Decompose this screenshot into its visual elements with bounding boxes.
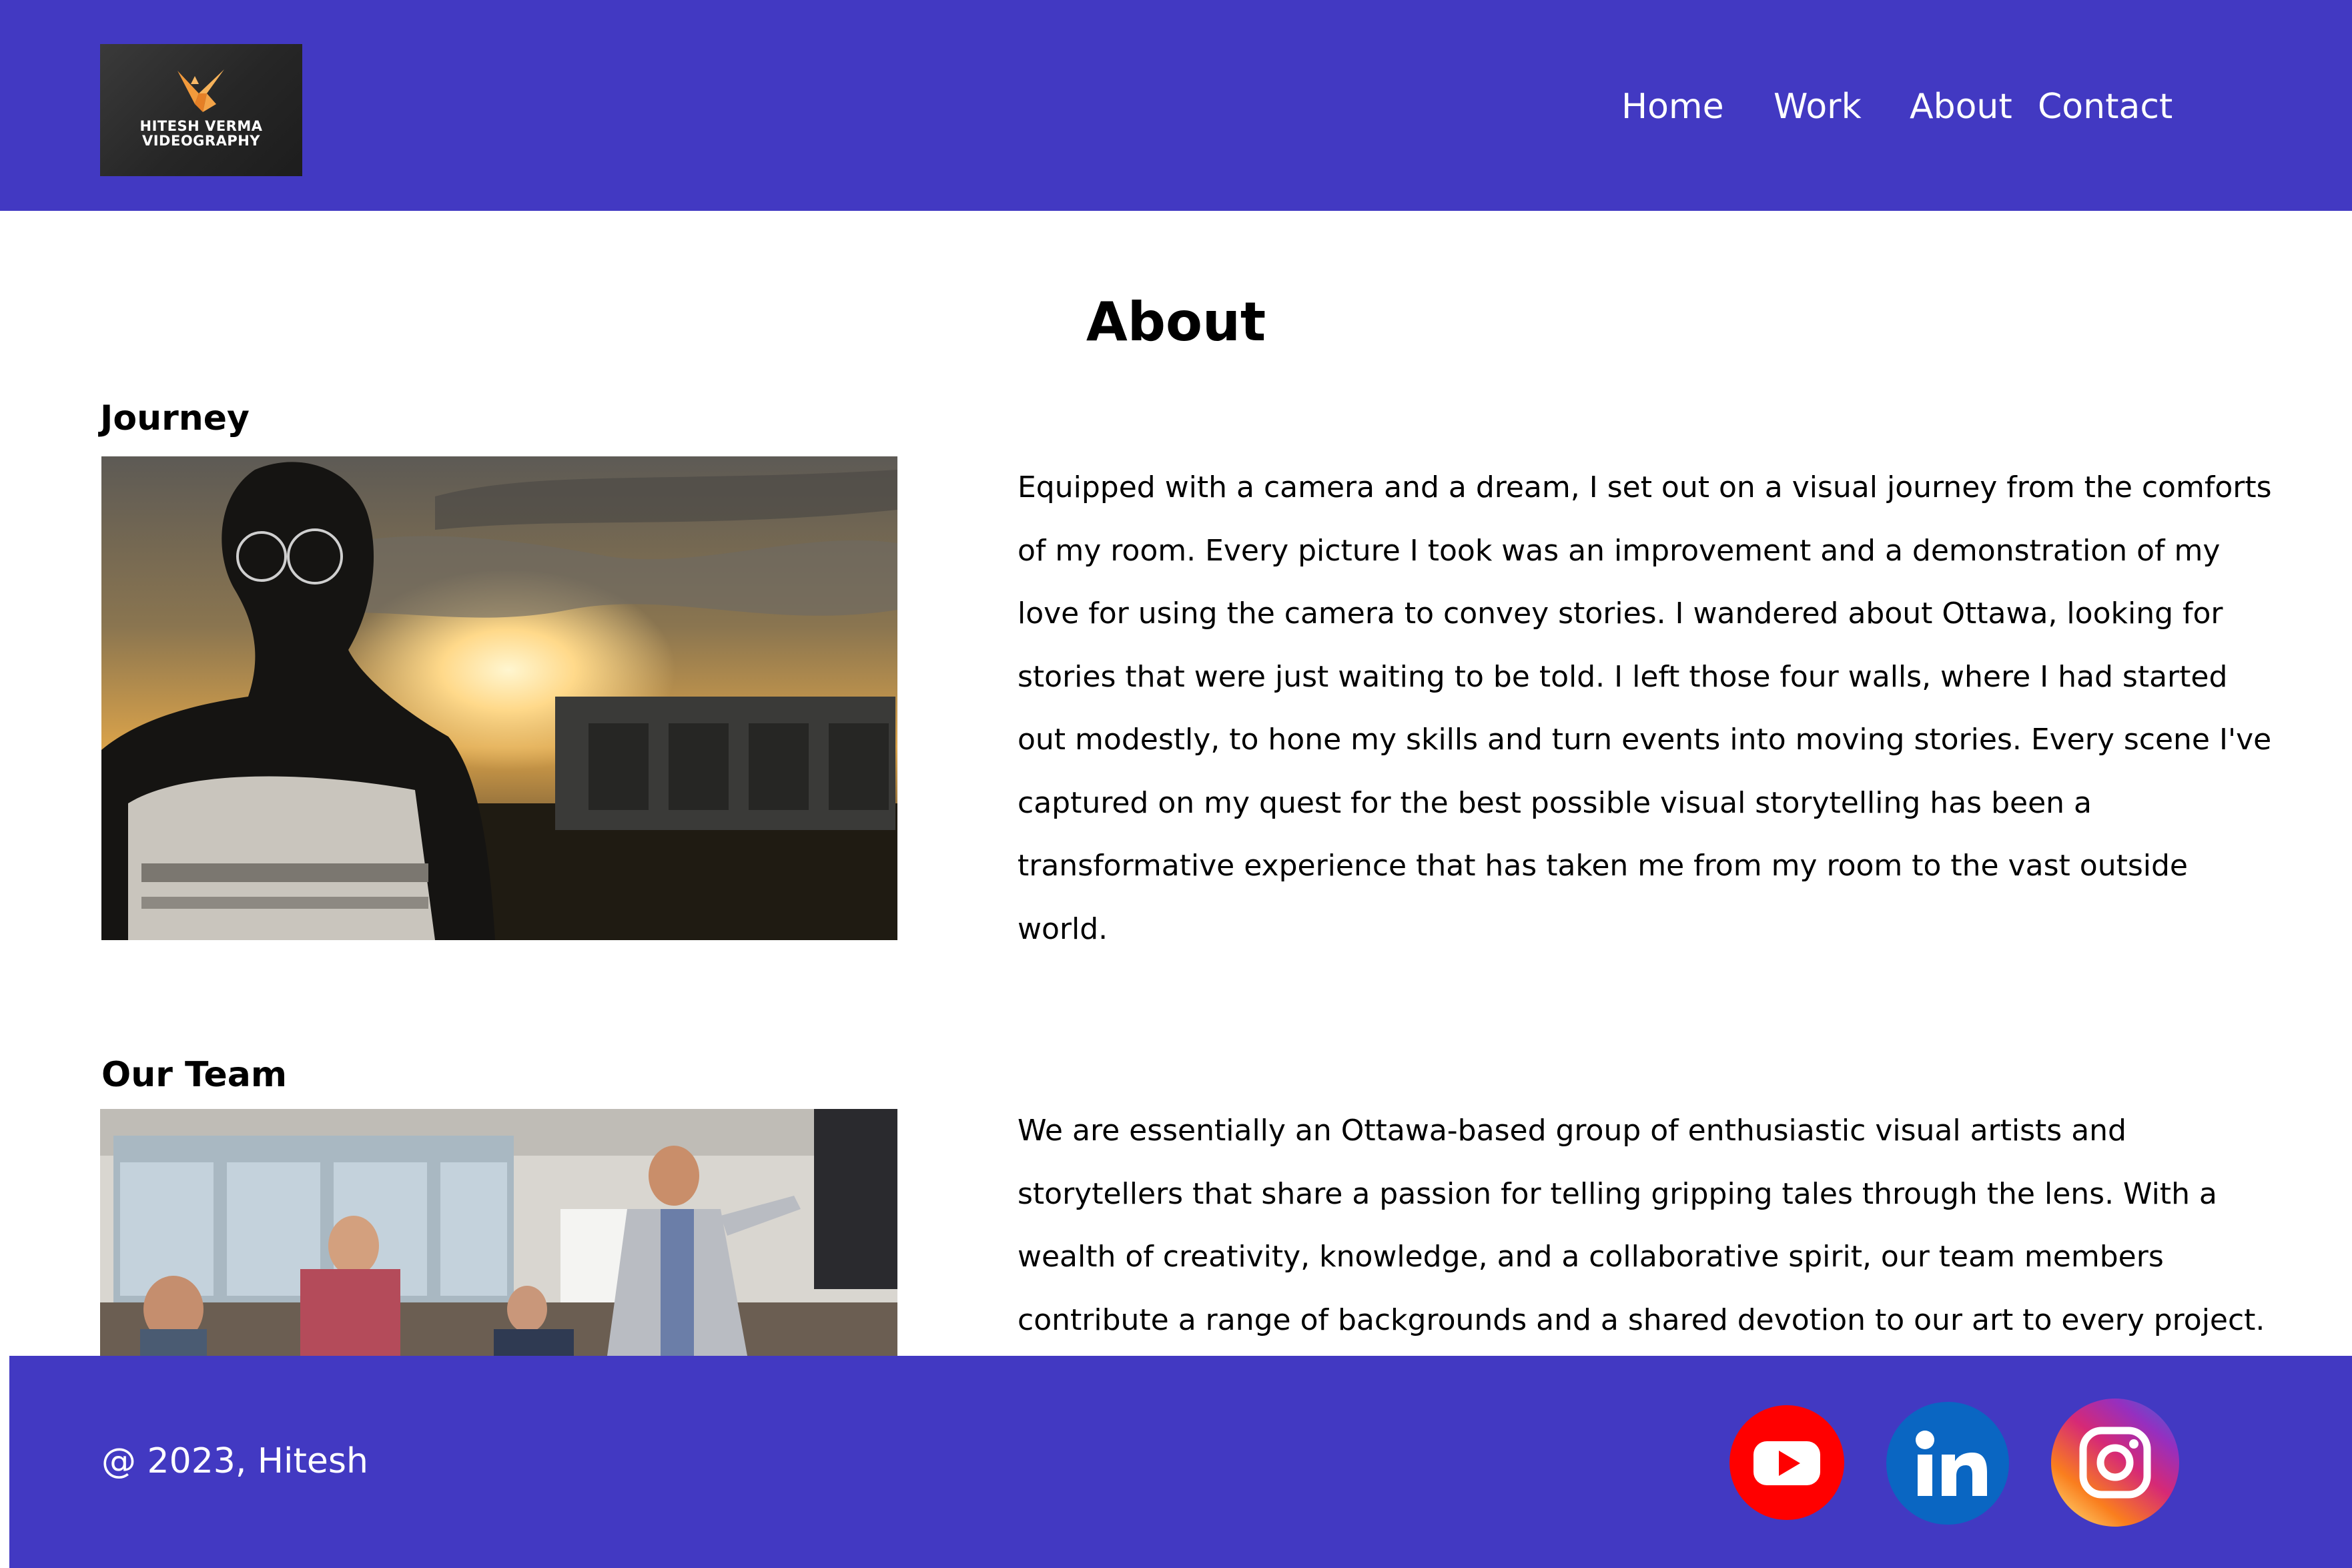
site-header: HITESH VERMA VIDEOGRAPHY Home Work About… bbox=[0, 0, 2352, 211]
logo-line-2: VIDEOGRAPHY bbox=[141, 133, 261, 149]
logo[interactable]: HITESH VERMA VIDEOGRAPHY bbox=[100, 44, 302, 176]
logo-text: HITESH VERMA VIDEOGRAPHY bbox=[100, 119, 302, 148]
nav-contact[interactable]: Contact bbox=[2038, 81, 2173, 132]
journey-photo bbox=[101, 456, 897, 940]
linkedin-icon bbox=[1886, 1402, 2009, 1525]
instagram-icon bbox=[2051, 1399, 2179, 1527]
team-photo bbox=[100, 1109, 897, 1356]
nav-work[interactable]: Work bbox=[1774, 81, 1862, 132]
logo-line-1: HITESH VERMA bbox=[139, 118, 263, 134]
linkedin-link[interactable] bbox=[1886, 1401, 2010, 1525]
copyright-text: @ 2023, Hitesh bbox=[101, 1441, 368, 1481]
instagram-link[interactable] bbox=[2050, 1397, 2181, 1528]
site-footer: @ 2023, Hitesh bbox=[9, 1356, 2352, 1568]
nav-home[interactable]: Home bbox=[1621, 81, 1724, 132]
team-office-image bbox=[100, 1109, 897, 1356]
nav-about[interactable]: About bbox=[1910, 81, 2012, 132]
page-title: About bbox=[1086, 291, 1266, 353]
journey-heading: Journey bbox=[100, 398, 250, 438]
portrait-sunset-image bbox=[101, 456, 897, 940]
journey-text: Equipped with a camera and a dream, I se… bbox=[1018, 470, 2272, 946]
youtube-link[interactable] bbox=[1728, 1404, 1846, 1521]
youtube-icon bbox=[1729, 1405, 1844, 1520]
team-heading: Our Team bbox=[101, 1055, 288, 1095]
origami-bird-icon bbox=[177, 69, 224, 112]
